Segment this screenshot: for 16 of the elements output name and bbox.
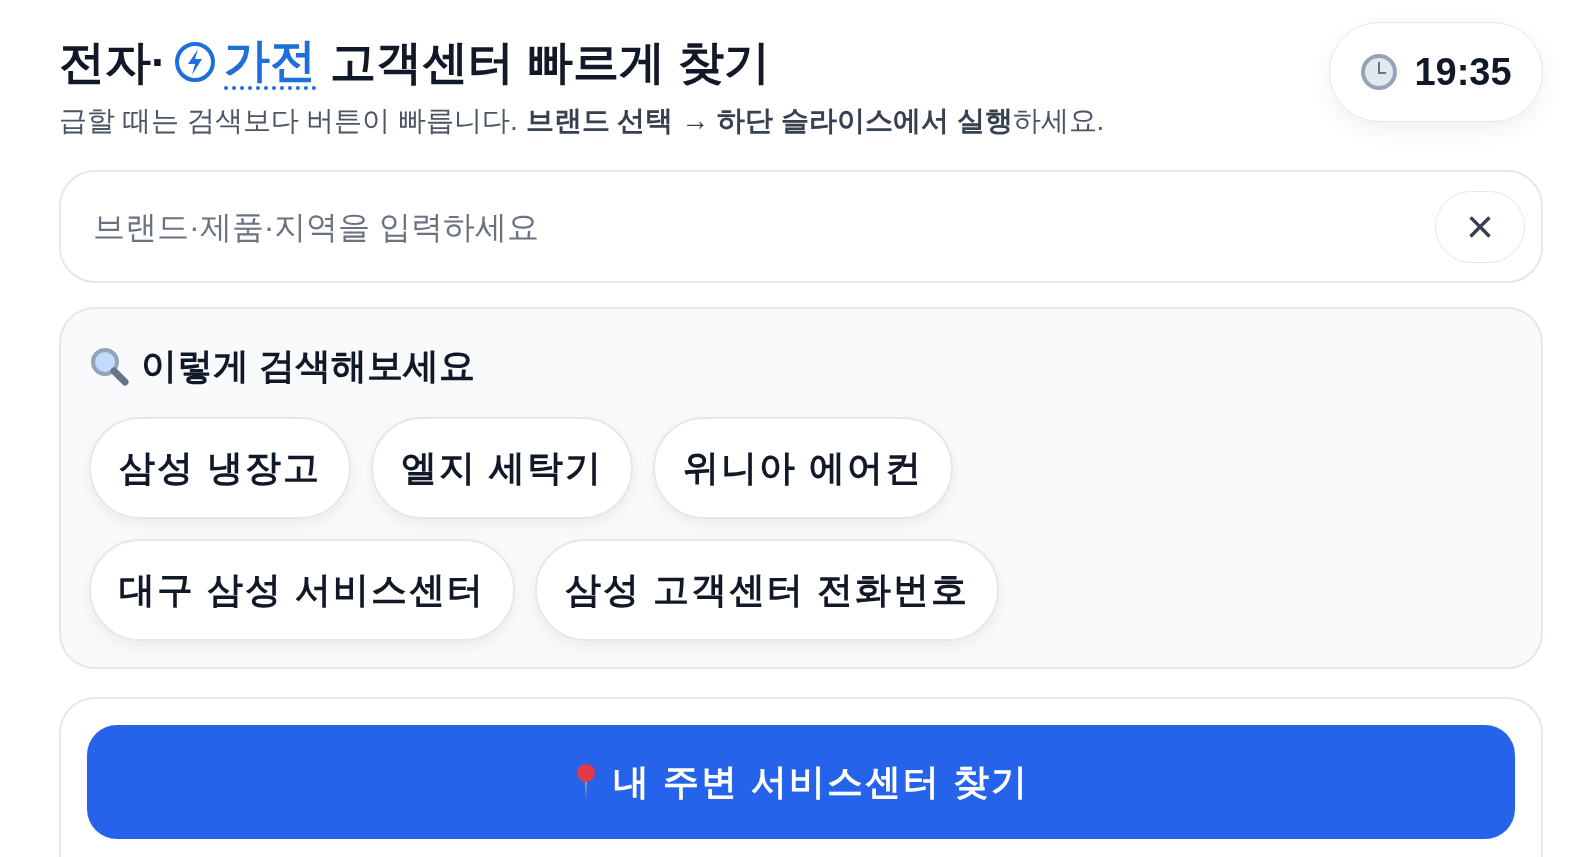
clock-time: 19:35 <box>1414 49 1512 95</box>
magnifier-icon <box>89 346 129 386</box>
lightning-icon <box>174 41 217 83</box>
title-text: 고객센터 빠르게 찾기 <box>330 35 770 90</box>
title-highlight: 가전 <box>224 34 317 90</box>
suggestion-chip[interactable]: 대구 삼성 서비스센터 <box>89 539 515 641</box>
search-field[interactable]: 브랜드·제품·지역을 입력하세요 × <box>59 170 1543 283</box>
examples-title: 이렇게 검색해보세요 <box>141 344 475 388</box>
suggestion-chip[interactable]: 위니아 에어컨 <box>653 417 954 519</box>
find-nearby-button[interactable]: 내 주변 서비스센터 찾기 <box>87 725 1515 839</box>
suggestion-chip[interactable]: 삼성 냉장고 <box>89 417 351 519</box>
suggestion-chip[interactable]: 엘지 세탁기 <box>371 417 634 519</box>
clock-icon <box>1360 53 1399 91</box>
subtitle: 급할 때는 검색보다 버튼이 빠릅니다. 브랜드 선택 → 하단 슬라이스에서 실행하세요. <box>59 104 1105 138</box>
suggestion-chip[interactable]: 삼성 고객센터 전화번호 <box>535 539 1000 641</box>
title-text: 전자· <box>59 35 167 90</box>
